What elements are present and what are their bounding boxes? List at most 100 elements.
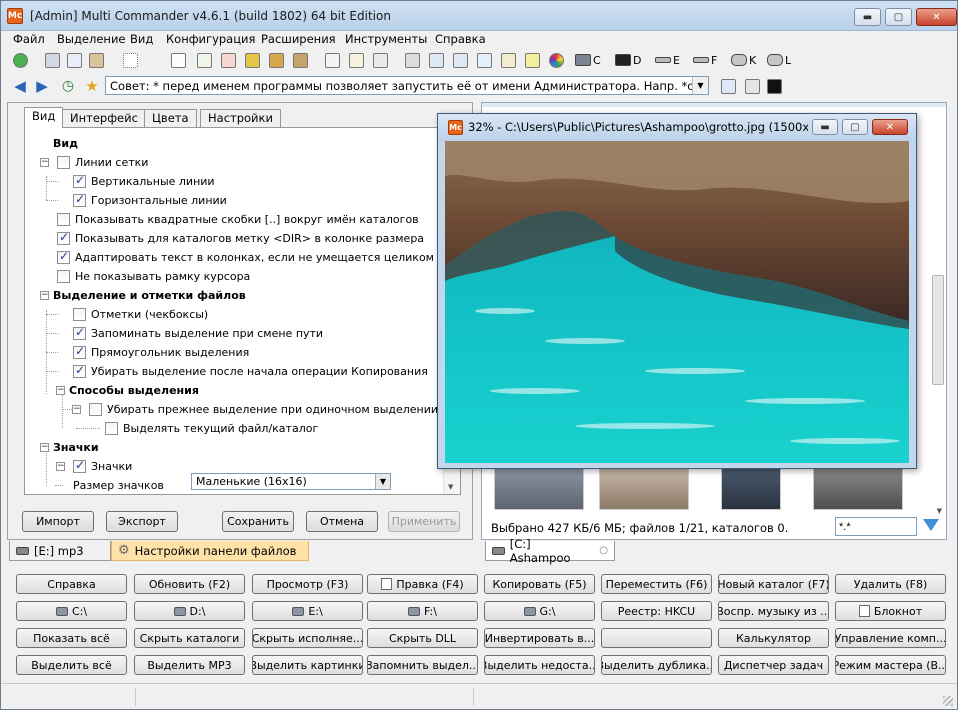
checkbox[interactable] — [57, 155, 70, 169]
scrollbar-thumb[interactable] — [932, 275, 944, 385]
edit-file-icon[interactable] — [347, 51, 365, 69]
tab-colors[interactable]: Цвета — [144, 109, 197, 127]
notes-icon[interactable] — [499, 51, 517, 69]
thumbnail[interactable] — [721, 466, 781, 510]
checkbox[interactable] — [73, 458, 86, 473]
drive-l-button[interactable]: L — [767, 51, 791, 69]
documents-icon[interactable] — [451, 51, 469, 69]
option-icons[interactable]: Значки — [73, 457, 132, 475]
checkbox[interactable] — [57, 269, 70, 283]
tab-e-mp3[interactable]: [E:] mp3 — [9, 541, 111, 561]
back-arrow-icon[interactable]: ◀ — [11, 77, 29, 95]
save-button[interactable]: Сохранить — [222, 511, 294, 532]
cut-icon[interactable] — [43, 51, 61, 69]
tab-view[interactable]: Вид — [24, 107, 64, 128]
checkbox[interactable] — [57, 212, 70, 226]
option-gridlines[interactable]: Линии сетки — [57, 153, 148, 171]
filter-input[interactable] — [835, 517, 917, 536]
collapse-icon[interactable]: − — [40, 443, 49, 452]
grid-button-r3-c7[interactable]: Калькулятор — [718, 628, 829, 648]
paste-icon[interactable] — [87, 51, 105, 69]
menu-tools[interactable]: Инструменты — [345, 32, 427, 46]
drive-e-button[interactable]: E — [655, 51, 680, 69]
calculator-icon[interactable] — [743, 77, 761, 95]
grid-button-r2-c3[interactable]: E:\ — [252, 601, 363, 621]
checkbox[interactable] — [57, 230, 70, 245]
chevron-down-icon[interactable]: ▼ — [692, 77, 708, 94]
close-button[interactable]: ✕ — [916, 8, 957, 26]
option-rect-selection[interactable]: Прямоугольник выделения — [73, 343, 249, 361]
checkbox[interactable] — [73, 173, 86, 188]
forward-arrow-icon[interactable]: ▶ — [33, 77, 51, 95]
collapse-icon[interactable]: − — [56, 386, 65, 395]
option-adapt-text[interactable]: Адаптировать текст в колонках, если не у… — [57, 248, 434, 266]
option-remember-selection[interactable]: Запоминать выделение при смене пути — [73, 324, 323, 342]
maximize-button[interactable]: ▢ — [885, 8, 912, 26]
grid-button-r3-c5[interactable]: Инвертировать в... — [484, 628, 595, 648]
menu-selection[interactable]: Выделение — [57, 32, 126, 46]
grid-button-r1-c3[interactable]: Просмотр (F3) — [252, 574, 363, 594]
resize-grip-icon[interactable] — [943, 696, 953, 706]
tab-interface[interactable]: Интерфейс — [62, 109, 146, 127]
title-bar[interactable]: Mc [Admin] Multi Commander v4.6.1 (build… — [1, 1, 957, 31]
select-area-icon[interactable] — [121, 51, 139, 69]
icon-size-select[interactable]: Маленькие (16x16) ▼ — [191, 473, 391, 490]
grid-button-r3-c6[interactable] — [601, 628, 712, 648]
option-square-brackets[interactable]: Показывать квадратные скобки [..] вокруг… — [57, 210, 419, 228]
grid-button-r2-c8[interactable]: Блокнот — [835, 601, 946, 621]
option-checkbox-marks[interactable]: Отметки (чекбоксы) — [73, 305, 208, 323]
archive-icon[interactable] — [243, 51, 261, 69]
keyboard-icon[interactable] — [403, 51, 421, 69]
grid-button-r1-c1[interactable]: Справка — [16, 574, 127, 594]
thumbnail[interactable] — [494, 466, 584, 510]
option-horizontal-lines[interactable]: Горизонтальные линии — [73, 191, 227, 209]
grid-button-r3-c3[interactable]: Скрыть исполняе... — [252, 628, 363, 648]
grid-button-r2-c6[interactable]: Реестр: HKCU — [601, 601, 712, 621]
grid-button-r3-c8[interactable]: Управление комп... — [835, 628, 946, 648]
grid-button-r3-c4[interactable]: Скрыть DLL — [367, 628, 478, 648]
grid-button-r4-c3[interactable]: Выделить картинки — [252, 655, 363, 675]
grid-button-r1-c2[interactable]: Обновить (F2) — [134, 574, 245, 594]
grid-button-r2-c4[interactable]: F:\ — [367, 601, 478, 621]
grid-button-r4-c6[interactable]: Выделить дублика... — [601, 655, 712, 675]
collapse-icon[interactable]: − — [40, 158, 49, 167]
grid-button-r1-c8[interactable]: Удалить (F8) — [835, 574, 946, 594]
search-files-icon[interactable] — [475, 51, 493, 69]
drive-f-button[interactable]: F — [693, 51, 717, 69]
menu-configuration[interactable]: Конфигурация — [166, 32, 255, 46]
checkbox[interactable] — [57, 249, 70, 264]
tab-file-panel-settings[interactable]: ⚙ Настройки панели файлов — [111, 541, 309, 561]
grid-button-r2-c1[interactable]: C:\ — [16, 601, 127, 621]
grid-button-r4-c2[interactable]: Выделить MP3 — [134, 655, 245, 675]
menu-view[interactable]: Вид — [130, 32, 153, 46]
grid-button-r4-c5[interactable]: Выделить недоста... — [484, 655, 595, 675]
collapse-icon[interactable]: − — [40, 291, 49, 300]
option-remove-prev-selection[interactable]: Убирать прежнее выделение при одиночном … — [89, 400, 438, 418]
drive-k-button[interactable]: K — [731, 51, 756, 69]
image-viewer-window[interactable]: Mc 32% - C:\Users\Public\Pictures\Ashamp… — [437, 113, 917, 469]
filter-funnel-icon[interactable] — [923, 519, 939, 531]
checkbox[interactable] — [73, 192, 86, 207]
tab-c-ashampoo[interactable]: [C:] Ashampoo ○ — [485, 537, 615, 565]
collapse-icon[interactable]: − — [56, 462, 65, 471]
tab-mouse-settings[interactable]: Настройки мыши — [200, 109, 281, 139]
thumbnail[interactable] — [599, 466, 689, 510]
checkbox[interactable] — [89, 402, 102, 416]
tab-close-icon[interactable]: ○ — [599, 545, 608, 556]
scroll-down-icon[interactable]: ▼ — [937, 507, 942, 515]
grid-button-r4-c4[interactable]: Запомнить выдел... — [367, 655, 478, 675]
copy-file-icon[interactable] — [195, 51, 213, 69]
grid-button-r4-c7[interactable]: Диспетчер задач — [718, 655, 829, 675]
refresh-icon[interactable] — [11, 51, 29, 69]
menu-extensions[interactable]: Расширения — [261, 32, 336, 46]
drive-c-button[interactable]: C — [575, 51, 601, 69]
option-dir-label[interactable]: Показывать для каталогов метку <DIR> в к… — [57, 229, 424, 247]
package-icon[interactable] — [267, 51, 285, 69]
grid-button-r2-c2[interactable]: D:\ — [134, 601, 245, 621]
grid-button-r3-c1[interactable]: Показать всё — [16, 628, 127, 648]
checkbox[interactable] — [73, 344, 86, 359]
copy-icon[interactable] — [65, 51, 83, 69]
minimize-button[interactable]: ▬ — [854, 8, 881, 26]
grid-button-r3-c2[interactable]: Скрыть каталоги — [134, 628, 245, 648]
history-icon[interactable]: ◷ — [59, 77, 77, 95]
